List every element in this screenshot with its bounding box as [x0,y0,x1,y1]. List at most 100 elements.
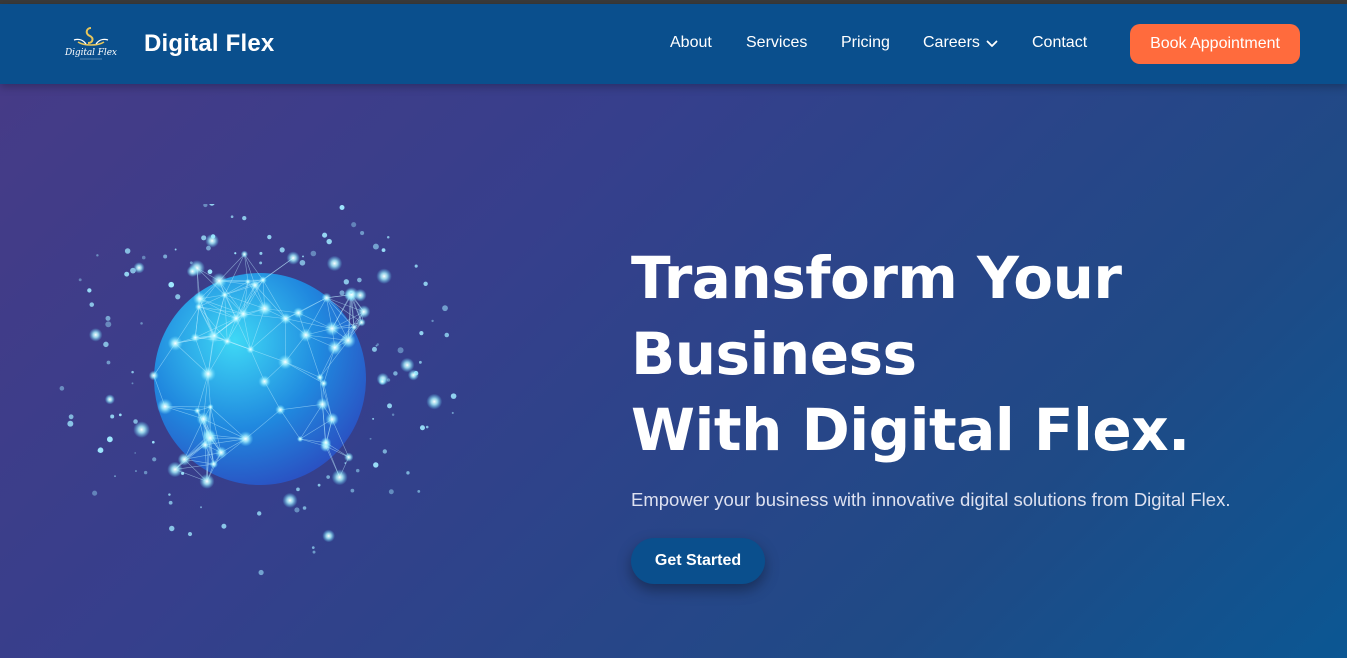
globe-particle [351,222,357,228]
globe-particle [397,347,404,354]
globe-node [292,307,304,319]
globe-glow-node [88,328,103,342]
globe-particle [386,378,391,382]
globe-particle [207,269,213,275]
globe-particle [311,546,315,549]
globe-node [277,354,293,370]
globe-particle [168,281,175,288]
globe-particle [103,341,109,348]
globe-particle [105,315,111,321]
nav-services[interactable]: Services [746,34,807,52]
globe-particle [259,251,263,255]
headline-line-1: Transform Your [631,244,1122,312]
globe-particle [344,462,347,464]
globe-particle [267,234,272,240]
headline-line-2: Business [631,320,917,388]
globe-node [246,345,255,354]
globe-node [222,336,232,346]
globe-node [167,335,183,351]
globe-node [340,332,356,349]
globe-particle [371,346,377,352]
globe-particle [312,550,316,554]
globe-node [220,290,229,299]
globe-glow-node [104,394,115,405]
book-appointment-button[interactable]: Book Appointment [1130,24,1300,64]
globe-particle [317,483,321,487]
globe-particle [96,254,99,257]
globe-particle [151,440,155,444]
globe-glow-node [326,255,343,272]
globe-particle [299,259,306,266]
globe-node [327,340,343,356]
globe-particle [302,255,304,258]
nav-pricing[interactable]: Pricing [841,34,890,52]
globe-node [209,459,218,469]
globe-particle [163,254,168,259]
headline-line-3: With Digital Flex. [631,396,1190,464]
globe-particle [234,252,237,255]
globe-node [258,375,271,388]
globe-node [199,473,215,489]
globe-node [325,412,339,426]
globe-particle [369,437,372,440]
globe-particle [106,360,111,365]
globe-node [378,377,387,386]
get-started-button[interactable]: Get Started [631,538,765,584]
globe-particle [105,321,112,328]
globe-node [275,404,286,415]
globe-glow-node [322,529,335,543]
globe-node [344,452,354,462]
globe-glow-node [133,262,145,274]
chevron-down-icon[interactable] [986,40,998,48]
navbar: Digital Flex Digital Flex About Services… [0,4,1347,84]
globe-particle [444,332,450,338]
globe-particle [349,290,353,294]
globe-particle [242,215,247,221]
globe-particle [67,420,74,427]
globe-particle [339,205,345,210]
globe-particle [296,487,300,492]
nav-about[interactable]: About [670,34,712,52]
globe-particle [373,462,379,468]
globe-node [249,279,261,291]
swan-logo-icon[interactable]: Digital Flex [60,24,122,62]
globe-particle [372,243,379,250]
globe-particle [131,382,134,385]
globe-node [257,301,273,317]
globe-particle [152,457,157,462]
globe-node [320,437,332,449]
globe-particle [326,475,330,479]
globe-particle [393,371,398,376]
hero-section: Transform Your Business With Digital Fle… [0,84,1347,658]
globe-particle [322,232,328,238]
globe-particle [168,500,173,505]
globe-particle [168,493,171,496]
globe-particle [302,506,307,510]
globe-node [211,272,228,289]
globe-particle [174,248,177,251]
globe-particle [259,261,263,265]
globe-node [200,439,211,450]
globe-particle [140,322,143,325]
brand-name[interactable]: Digital Flex [144,30,274,58]
globe-node [324,321,340,337]
globe-particle [386,236,390,239]
globe-particle [124,271,130,277]
globe-particle [124,248,131,254]
globe-particle [419,425,425,431]
globe-particle [419,331,424,336]
nav-contact[interactable]: Contact [1032,34,1087,52]
globe-particle [221,523,227,529]
globe-node [148,370,159,381]
globe-node [259,276,267,284]
globe-particle [135,470,137,472]
globe-node [240,250,249,258]
globe-particle [97,447,104,453]
globe-particle [339,290,345,296]
globe-particle [200,506,202,509]
globe-node [215,446,228,459]
nav-careers[interactable]: Careers [923,34,980,52]
globe-particle [257,511,262,516]
globe-particle [406,471,410,475]
globe-node [296,435,304,443]
